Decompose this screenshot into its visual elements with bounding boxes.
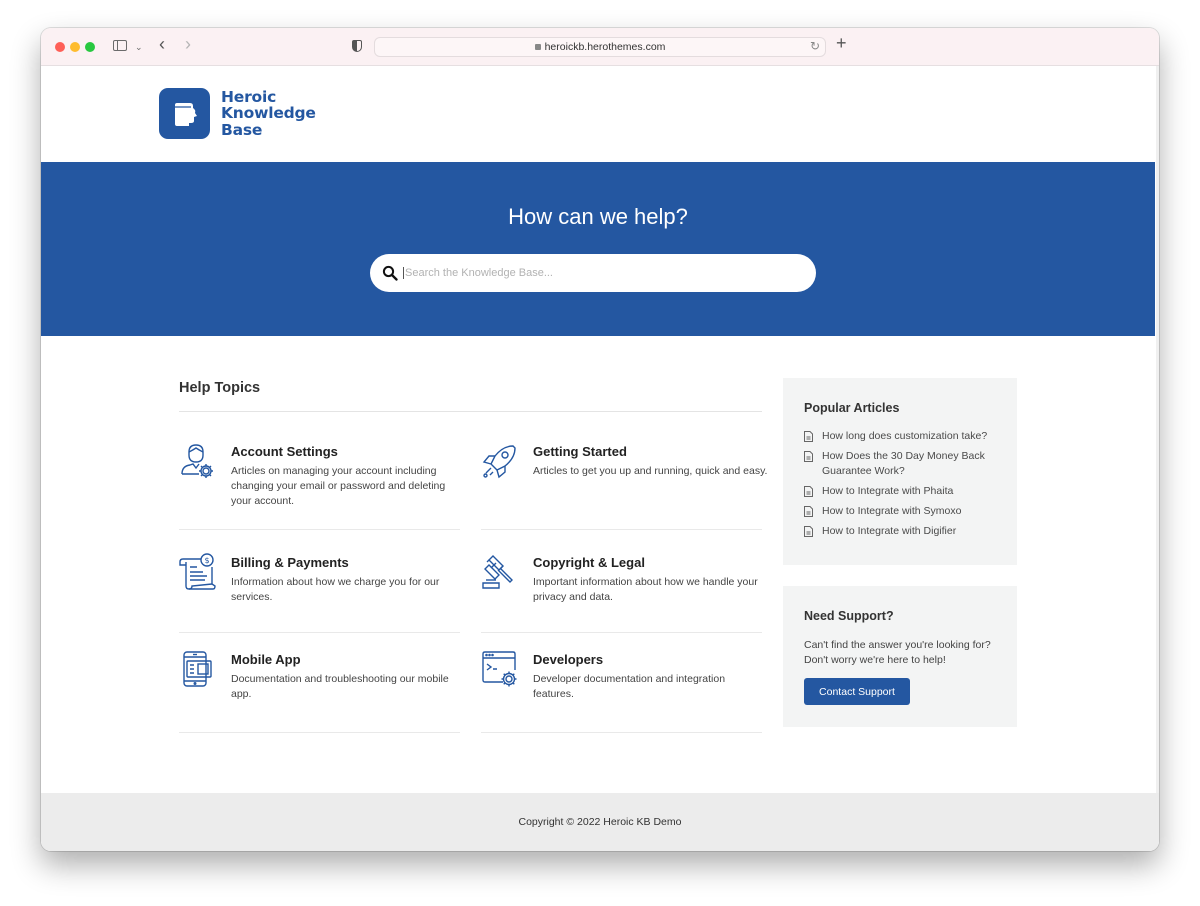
topic-account-settings[interactable]: Account Settings Articles on managing yo…: [179, 442, 460, 530]
book-head-icon: [159, 88, 210, 139]
article-title[interactable]: How to Integrate with Phaita: [822, 484, 953, 499]
mobile-app-icon: [183, 651, 212, 687]
topic-mobile-app[interactable]: Mobile App Documentation and troubleshoo…: [179, 650, 460, 733]
privacy-shield-icon[interactable]: [352, 40, 362, 52]
scrollbar[interactable]: [1156, 66, 1159, 851]
document-icon: [804, 431, 813, 442]
document-icon: [804, 486, 813, 497]
page: Heroic Knowledge Base How can we help? H…: [41, 66, 1159, 851]
article-title[interactable]: How long does customization take?: [822, 429, 987, 444]
article-link[interactable]: How to Integrate with Symoxo: [804, 504, 1004, 519]
topic-title[interactable]: Mobile App: [231, 652, 301, 667]
logo-text: Heroic Knowledge Base: [221, 89, 316, 139]
article-title[interactable]: How to Integrate with Symoxo: [822, 504, 961, 519]
topic-description: Important information about how we handl…: [533, 576, 758, 603]
url-text: heroickb.herothemes.com: [544, 41, 666, 53]
popular-articles-title: Popular Articles: [804, 401, 900, 415]
contact-support-button[interactable]: Contact Support: [804, 678, 910, 705]
support-text: Can't find the answer you're looking for…: [804, 639, 991, 666]
search-box[interactable]: [370, 254, 816, 292]
hero-banner: How can we help?: [41, 162, 1155, 336]
back-icon[interactable]: ‹: [159, 35, 165, 53]
topic-description: Articles to get you up and running, quic…: [533, 465, 768, 477]
hero-title: How can we help?: [508, 204, 688, 229]
popular-articles-panel: Popular Articles How long does customiza…: [783, 378, 1017, 565]
document-icon: [804, 526, 813, 537]
gavel-icon: [482, 555, 513, 589]
site-logo[interactable]: Heroic Knowledge Base: [159, 88, 316, 139]
topic-title[interactable]: Copyright & Legal: [533, 555, 645, 570]
reload-icon[interactable]: ↻: [810, 39, 820, 53]
support-title: Need Support?: [804, 609, 894, 623]
lock-icon: [534, 44, 541, 50]
article-title[interactable]: How Does the 30 Day Money Back Guarantee…: [822, 449, 1004, 479]
topic-title[interactable]: Developers: [533, 652, 603, 667]
svg-text:$: $: [204, 556, 209, 565]
site-footer: Copyright © 2022 Heroic KB Demo: [41, 793, 1159, 851]
invoice-scroll-icon: $: [179, 553, 216, 590]
topic-copyright-legal[interactable]: Copyright & Legal Important information …: [481, 553, 762, 633]
topic-description: Articles on managing your account includ…: [231, 465, 446, 507]
chevron-down-icon[interactable]: ⌄: [135, 40, 143, 54]
site-header: Heroic Knowledge Base: [41, 66, 1155, 162]
topic-title[interactable]: Getting Started: [533, 444, 627, 459]
copyright-text: Copyright © 2022 Heroic KB Demo: [518, 816, 682, 828]
support-panel: Need Support? Can't find the answer you'…: [783, 586, 1017, 727]
sidebar-toggle-icon[interactable]: [113, 40, 127, 51]
logo-line-3: Base: [221, 120, 263, 139]
code-window-gear-icon: [482, 651, 517, 687]
document-icon: [804, 451, 813, 462]
forward-icon[interactable]: ›: [185, 35, 191, 53]
topic-description: Developer documentation and integration …: [533, 673, 726, 700]
close-window-button[interactable]: [55, 42, 65, 52]
topic-description: Information about how we charge you for …: [231, 576, 440, 603]
rocket-icon: [482, 445, 516, 479]
user-gear-icon: [181, 444, 213, 478]
topic-developers[interactable]: Developers Developer documentation and i…: [481, 650, 762, 733]
topic-title[interactable]: Account Settings: [231, 444, 338, 459]
article-link[interactable]: How Does the 30 Day Money Back Guarantee…: [804, 449, 1004, 479]
logo-line-2: Knowledge: [221, 104, 316, 123]
topic-title[interactable]: Billing & Payments: [231, 555, 349, 570]
article-link[interactable]: How to Integrate with Phaita: [804, 484, 1004, 499]
new-tab-icon[interactable]: +: [836, 34, 847, 52]
article-link[interactable]: How long does customization take?: [804, 429, 1004, 444]
address-bar[interactable]: heroickb.herothemes.com ↻: [374, 37, 826, 57]
topic-getting-started[interactable]: Getting Started Articles to get you up a…: [481, 442, 767, 530]
topic-billing-payments[interactable]: $ Billing & Payments Information about h…: [179, 553, 460, 633]
help-topics-title: Help Topics: [179, 380, 261, 396]
zoom-window-button[interactable]: [85, 42, 95, 52]
topic-description: Documentation and troubleshooting our mo…: [231, 673, 449, 700]
minimize-window-button[interactable]: [70, 42, 80, 52]
browser-window: ⌄ ‹ › heroickb.herothemes.com ↻ + Heroic…: [41, 28, 1159, 851]
search-input[interactable]: [403, 267, 783, 279]
article-link[interactable]: How to Integrate with Digifier: [804, 524, 1004, 539]
divider: [179, 411, 762, 412]
article-title[interactable]: How to Integrate with Digifier: [822, 524, 956, 539]
document-icon: [804, 506, 813, 517]
browser-toolbar: ⌄ ‹ › heroickb.herothemes.com ↻ +: [41, 28, 1159, 66]
logo-line-1: Heroic: [221, 87, 277, 106]
search-icon: [382, 265, 398, 281]
